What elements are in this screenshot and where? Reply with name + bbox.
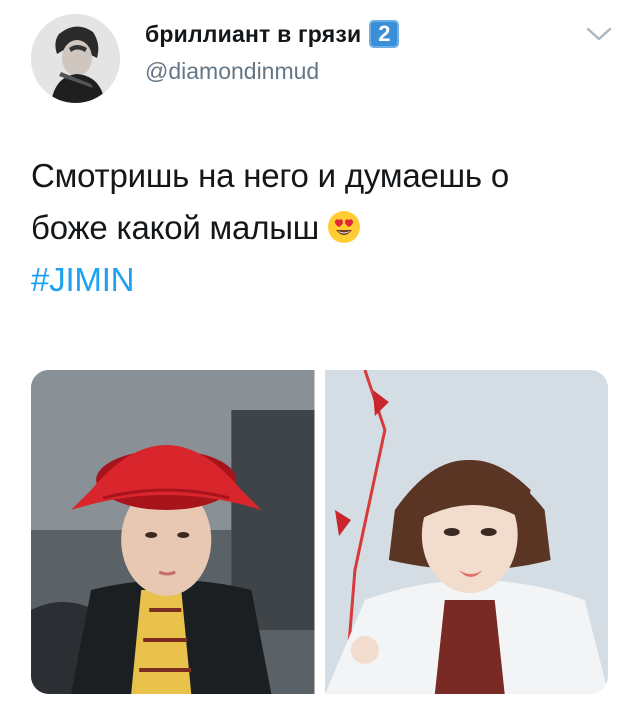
tweet-text-line-with-emoji: боже какой малыш: [31, 202, 621, 254]
tweet-text-line: боже какой малыш: [31, 209, 320, 246]
user-handle[interactable]: @diamondinmud: [145, 58, 319, 85]
avatar[interactable]: [31, 14, 120, 103]
photo-person-red-hat[interactable]: [31, 370, 315, 694]
tweet[interactable]: бриллиант в грязи 2 @diamondinmud Смотри…: [0, 0, 640, 712]
chevron-down-icon[interactable]: [586, 26, 612, 42]
author-name-row: бриллиант в грязи 2: [145, 20, 400, 48]
photo-person-white-jacket[interactable]: [324, 370, 608, 694]
heart-eyes-emoji-icon: [328, 211, 361, 243]
hashtag-link[interactable]: #JIMIN: [31, 254, 621, 306]
media-grid: [31, 370, 608, 694]
keycap-two-icon: 2: [369, 20, 400, 48]
display-name[interactable]: бриллиант в грязи: [145, 21, 361, 48]
tweet-text: Смотришь на него и думаешь о боже какой …: [31, 150, 621, 306]
tweet-text-line: Смотришь на него и думаешь о: [31, 157, 510, 194]
